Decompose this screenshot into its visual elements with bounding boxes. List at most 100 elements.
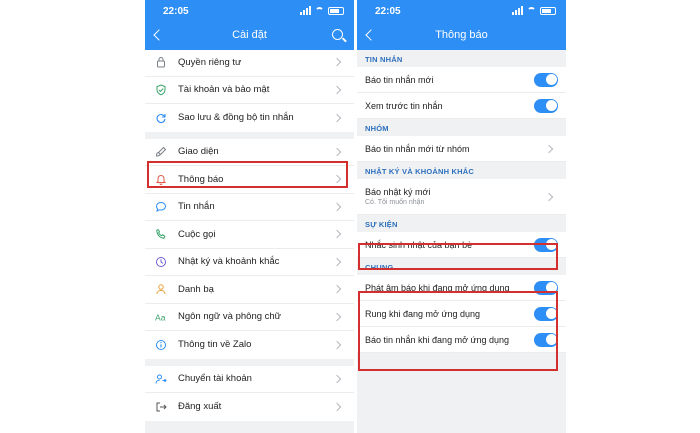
- section-title-su-kien: SỰ KIỆN: [357, 215, 566, 232]
- settings-item-cuoc-goi[interactable]: Cuộc gọi: [145, 221, 354, 249]
- settings-item-thong-tin-ve-zalo[interactable]: Thông tin về Zalo: [145, 331, 354, 359]
- header: 22:05 Cài đặt: [145, 0, 354, 50]
- setting-label: Nhắc sinh nhật của bạn bè: [365, 239, 473, 250]
- setting-label: Báo tin nhắn mới: [365, 74, 434, 85]
- settings-item-label: Sao lưu & đồng bộ tin nhắn: [178, 112, 294, 124]
- settings-item-dang-xuat[interactable]: Đăng xuất: [145, 393, 354, 421]
- toggle-switch[interactable]: [534, 306, 558, 321]
- chat-icon: [153, 199, 169, 215]
- chevron-right-icon: [332, 285, 342, 294]
- section-title-nhom: NHÓM: [357, 119, 566, 136]
- contact-icon: [153, 281, 169, 297]
- chevron-right-icon: [332, 257, 342, 266]
- battery-icon: [328, 6, 344, 15]
- chevron-right-icon: [544, 192, 554, 201]
- setting-label: Rung khi đang mở ứng dụng: [365, 308, 481, 319]
- settings-item-sao-luu-dong-bo-tin-nhan[interactable]: Sao lưu & đồng bộ tin nhắn: [145, 104, 354, 132]
- header: 22:05 Thông báo: [357, 0, 566, 50]
- settings-item-label: Ngôn ngữ và phông chữ: [178, 311, 282, 323]
- setting-row-xem-truoc-tin-nhan[interactable]: Xem trước tin nhắn: [357, 93, 566, 119]
- settings-group: Giao diện Thông báo Tin nhắn Cuộc gọi Nhật k…: [145, 138, 354, 359]
- settings-item-label: Tin nhắn: [178, 201, 215, 213]
- settings-item-label: Cuộc gọi: [178, 228, 216, 240]
- setting-row-rung-khi-dang-mo-ung-dung[interactable]: Rung khi đang mở ứng dụng: [357, 301, 566, 327]
- chevron-right-icon: [332, 340, 342, 349]
- settings-item-label: Tài khoản và bảo mật: [178, 84, 270, 96]
- setting-row-bao-nhat-ky-moi[interactable]: Báo nhật ký mới Có. Tôi muốn nhận: [357, 179, 566, 215]
- settings-group: Chuyển tài khoản Đăng xuất: [145, 365, 354, 421]
- settings-list: Quyền riêng tư Tài khoản và bảo mật Sao lư…: [145, 49, 354, 421]
- settings-item-tin-nhan[interactable]: Tin nhắn: [145, 194, 354, 221]
- toggle-switch[interactable]: [534, 332, 558, 347]
- settings-item-ngon-ngu-va-phong-chu[interactable]: Aa Ngôn ngữ và phông chữ: [145, 304, 354, 331]
- status-time: 22:05: [375, 6, 401, 17]
- settings-item-label: Nhật ký và khoảnh khắc: [178, 256, 280, 268]
- notification-settings-screen: 22:05 Thông báo TIN NHẮN Báo tin nhắn mới…: [357, 0, 566, 433]
- lock-icon: [153, 54, 169, 70]
- status-bar: 22:05: [145, 4, 354, 20]
- search-icon[interactable]: [332, 29, 343, 40]
- settings-item-label: Đăng xuất: [178, 401, 222, 413]
- toggle-switch[interactable]: [534, 280, 558, 295]
- settings-item-giao-dien[interactable]: Giao diện: [145, 139, 354, 166]
- battery-icon: [540, 6, 556, 15]
- notification-settings-list: TIN NHẮN Báo tin nhắn mới Xem trước tin nh…: [357, 50, 566, 353]
- switch-user-icon: [153, 371, 169, 387]
- settings-item-label: Thông báo: [178, 173, 224, 185]
- brush-icon: [153, 144, 169, 160]
- shield-icon: [153, 82, 169, 98]
- settings-item-label: Thông tin về Zalo: [178, 339, 252, 351]
- chevron-right-icon: [332, 147, 342, 156]
- nav-bar: Thông báo: [357, 26, 566, 46]
- page-title: Cài đặt: [232, 29, 267, 41]
- settings-item-quyen-rieng-tu[interactable]: Quyền riêng tư: [145, 49, 354, 77]
- settings-item-danh-ba[interactable]: Danh bạ: [145, 276, 354, 304]
- setting-row-bao-tin-nhan-moi-tu-nhom[interactable]: Báo tin nhắn mới từ nhóm: [357, 136, 566, 162]
- settings-item-chuyen-tai-khoan[interactable]: Chuyển tài khoản: [145, 366, 354, 393]
- toggle-switch[interactable]: [534, 72, 558, 87]
- section-title-nhat-ky: NHẬT KÝ VÀ KHOẢNH KHẮC: [357, 162, 566, 179]
- chevron-right-icon: [332, 58, 342, 67]
- chevron-right-icon: [332, 85, 342, 94]
- setting-label: Báo tin nhắn khi đang mở ứng dụng: [365, 334, 510, 345]
- chevron-right-icon: [544, 144, 554, 153]
- signal-icon: [512, 6, 523, 15]
- clock-icon: [153, 254, 169, 270]
- wifi-icon: [527, 7, 536, 14]
- settings-item-label: Giao diện: [178, 146, 219, 158]
- setting-row-phat-am-bao-khi-dang-mo-ung-dung[interactable]: Phát âm báo khi đang mở ứng dụng: [357, 275, 566, 301]
- wifi-icon: [315, 7, 324, 14]
- section-title-chung: CHUNG: [357, 258, 566, 275]
- toggle-switch[interactable]: [534, 98, 558, 113]
- section-title-tin-nhan: TIN NHẮN: [357, 50, 566, 67]
- settings-item-thong-bao[interactable]: Thông báo: [145, 166, 354, 194]
- chevron-right-icon: [332, 175, 342, 184]
- chevron-right-icon: [332, 202, 342, 211]
- setting-label: Báo nhật ký mới: [365, 187, 431, 197]
- settings-screen: 22:05 Cài đặt Quyền riêng tư Tài khoản và…: [145, 0, 354, 433]
- chevron-right-icon: [332, 374, 342, 383]
- phone-icon: [153, 226, 169, 242]
- status-bar: 22:05: [357, 4, 566, 20]
- signal-icon: [300, 6, 311, 15]
- setting-sublabel: Có. Tôi muốn nhận: [365, 199, 425, 206]
- svg-text:Aa: Aa: [155, 312, 166, 322]
- page-title: Thông báo: [435, 29, 488, 41]
- toggle-switch[interactable]: [534, 237, 558, 252]
- settings-item-tai-khoan-va-bao-mat[interactable]: Tài khoản và bảo mật: [145, 77, 354, 104]
- settings-item-nhat-ky-va-khoanh-khac[interactable]: Nhật ký và khoảnh khắc: [145, 249, 354, 276]
- setting-label: Phát âm báo khi đang mở ứng dụng: [365, 282, 510, 293]
- info-icon: [153, 337, 169, 353]
- chevron-right-icon: [332, 402, 342, 411]
- nav-bar: Cài đặt: [145, 26, 354, 46]
- bell-icon: [153, 171, 169, 187]
- setting-label: Xem trước tin nhắn: [365, 100, 443, 111]
- setting-row-bao-tin-nhan-khi-dang-mo-ung-dung[interactable]: Báo tin nhắn khi đang mở ứng dụng: [357, 327, 566, 353]
- settings-item-label: Danh bạ: [178, 283, 214, 295]
- setting-row-nhac-sinh-nhat-cua-ban-be[interactable]: Nhắc sinh nhật của bạn bè: [357, 232, 566, 258]
- status-time: 22:05: [163, 6, 189, 17]
- setting-label: Báo tin nhắn mới từ nhóm: [365, 143, 470, 154]
- chevron-right-icon: [332, 312, 342, 321]
- setting-row-bao-tin-nhan-moi[interactable]: Báo tin nhắn mới: [357, 67, 566, 93]
- settings-group: Quyền riêng tư Tài khoản và bảo mật Sao lư…: [145, 49, 354, 132]
